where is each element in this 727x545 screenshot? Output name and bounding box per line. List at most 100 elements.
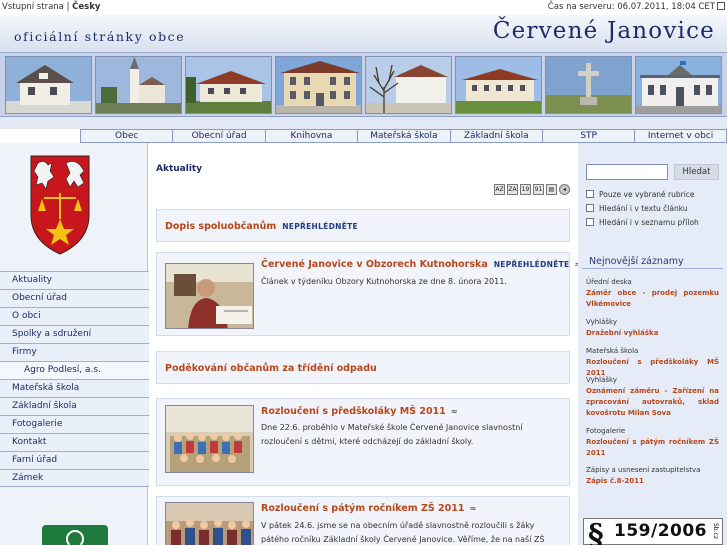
page-title: Aktuality [156,164,203,174]
article-title[interactable]: Poděkování občanům za třídění odpadu [165,363,377,374]
article-perex: Dne 22.6. proběhlo v Mateřské škole Červ… [261,423,523,446]
sort-toolbar: AZ ZA 19 91 ▤ ◂ [494,184,570,196]
home-link[interactable]: Vstupní strana [2,2,64,12]
article-title[interactable]: Rozloučení s pátým ročníkem ZŠ 2011 [261,503,465,514]
option-article-text[interactable]: Hledání i v textu článku [586,204,688,213]
nav-spolky[interactable]: Spolky a sdružení [0,325,149,343]
article-title[interactable]: Rozloučení s předškoláky MŠ 2011 [261,406,446,417]
badge-suffix: Sb.cz [712,523,719,539]
option-section-only[interactable]: Pouze ve vybrané rubrice [586,190,695,199]
checkbox-icon[interactable] [586,204,594,212]
search-button[interactable]: Hledat [674,164,719,180]
option-label: Pouze ve vybrané rubrice [599,190,695,199]
menu-knihovna[interactable]: Knihovna [264,129,358,143]
left-column: Aktuality Obecní úřad O obci Spolky a sd… [0,143,149,545]
entry-link[interactable]: Zápis č.8-2011 [586,476,719,487]
law-badge-logo[interactable]: § 159/2006 Sb.cz [583,518,723,545]
top-bar: Vstupní strana | Česky Čas na serveru: 0… [0,0,727,15]
article-card: Rozloučení s předškoláky MŠ 2011 ≈ Dne 22… [156,398,570,486]
official-label: oficiální stránky obce [14,29,186,44]
nav-agro-podlesi[interactable]: Agro Podlesí, a.s. [0,361,149,379]
print-icon[interactable]: ▤ [546,184,557,195]
nav-zamek[interactable]: Zámek [0,469,149,487]
article-card: Rozloučení s pátým ročníkem ZŠ 2011 ≈ V p… [156,496,570,545]
newest-entry: Zápisy a usnesení zastupitelstva Zápis č… [586,465,719,487]
entry-category[interactable]: Vyhlášky [586,317,719,328]
photo-church [95,56,182,114]
site-title[interactable]: Červené Janovice [493,18,715,44]
nav-aktuality[interactable]: Aktuality [0,271,149,289]
sort-az-icon[interactable]: AZ [494,184,505,195]
important-tag[interactable]: NEPŘEHLÉDNĚTE [282,222,358,231]
photo-strip [0,53,727,117]
entry-category[interactable]: Mateřská škola [586,346,719,357]
back-icon[interactable]: ◂ [559,184,570,195]
sort-za-icon[interactable]: ZA [507,184,518,195]
option-attachments[interactable]: Hledání i v seznamu příloh [586,218,699,227]
menu-internet-v-obci[interactable]: Internet v obci [634,129,727,143]
entry-category[interactable]: Vyhlášky [586,375,719,386]
entry-category[interactable]: Úřední deska [586,277,719,288]
menu-obecni-urad[interactable]: Obecní úřad [172,129,265,143]
sort-19-icon[interactable]: 19 [520,184,531,195]
photo-house [185,56,272,114]
paragraph-symbol: § [588,518,604,545]
entry-category[interactable]: Fotogalerie [586,426,719,437]
article-perex: Článek v týdeníku Obzory Kutnohorska ze … [261,277,507,286]
menu-stp[interactable]: STP [541,129,635,143]
checkbox-icon[interactable] [586,190,594,198]
newest-entry: Úřední deska Záměr obce - prodej pozemku… [586,277,719,310]
newest-entry: Fotogalerie Rozloučení s pátým ročníkem … [586,426,719,459]
entry-link[interactable]: Dražební vyhláška [586,328,719,339]
coat-of-arms-logo[interactable] [30,155,90,255]
article-thumbnail[interactable] [165,263,254,329]
divider [582,268,723,269]
entry-link[interactable]: Oznámení záměru - Zařízení na zpracování… [586,386,719,419]
article-card: Dopis spoluobčanům NEPŘEHLÉDNĚTE [156,209,570,242]
main-content: Aktuality AZ ZA 19 91 ▤ ◂ Dopis spoluobč… [149,143,581,545]
option-label: Hledání i v seznamu příloh [599,218,699,227]
menu-obec[interactable]: Obec [80,129,173,143]
entry-link[interactable]: Záměr obce - prodej pozemku Vlkémovice [586,288,719,310]
photo-station [635,56,722,114]
newest-entry: Vyhlášky Oznámení záměru - Zařízení na z… [586,375,719,419]
article-perex: V pátek 24.6. jsme se na obecním úřadě s… [261,521,545,544]
right-column: Hledat Pouze ve vybrané rubrice Hledání … [578,143,727,545]
photo-school [455,56,542,114]
article-title[interactable]: Dopis spoluobčanům [165,221,276,232]
site-header: oficiální stránky obce Červené Janovice [0,15,727,53]
server-time: Čas na serveru: 06.07.2011, 18:04 CET [547,2,715,12]
checkbox-icon[interactable] [717,2,725,10]
header-band [0,117,727,129]
nav-materska-skola[interactable]: Mateřská škola [0,379,149,397]
photo-manor [365,56,452,114]
nav-o-obci[interactable]: O obci [0,307,149,325]
menu-materska-skola[interactable]: Mateřská škola [357,129,450,143]
nav-kontakt[interactable]: Kontakt [0,433,149,451]
article-thumbnail[interactable] [165,405,254,473]
partner-logo[interactable] [42,525,108,545]
expand-arrow-icon[interactable]: ≈ [451,407,458,416]
important-tag[interactable]: NEPŘEHLÉDNĚTE [494,260,570,269]
law-number: 159/2006 [614,521,708,541]
main-menu: Obec Obecní úřad Knihovna Mateřská škola… [80,129,727,143]
checkbox-icon[interactable] [586,218,594,226]
expand-arrow-icon[interactable]: ≈ [470,504,477,513]
nav-farni-urad[interactable]: Farní úřad [0,451,149,469]
separator: | [66,2,70,12]
sort-91-icon[interactable]: 91 [533,184,544,195]
nav-zakladni-skola[interactable]: Základní škola [0,397,149,415]
entry-link[interactable]: Rozloučení s pátým ročníkem ZŠ 2011 [586,437,719,459]
menu-zakladni-skola[interactable]: Základní škola [449,129,542,143]
newest-entry: Vyhlášky Dražební vyhláška [586,317,719,339]
article-thumbnail[interactable] [165,502,254,545]
entry-category[interactable]: Zápisy a usnesení zastupitelstva [586,465,719,476]
nav-firmy[interactable]: Firmy [0,343,149,361]
search-input[interactable] [586,164,668,180]
language-link[interactable]: Česky [72,2,100,12]
article-card: Poděkování občanům za třídění odpadu [156,351,570,384]
nav-obecni-urad[interactable]: Obecní úřad [0,289,149,307]
option-label: Hledání i v textu článku [599,204,688,213]
nav-fotogalerie[interactable]: Fotogalerie [0,415,149,433]
article-title[interactable]: Červené Janovice v Obzorech Kutnohorska [261,259,488,270]
